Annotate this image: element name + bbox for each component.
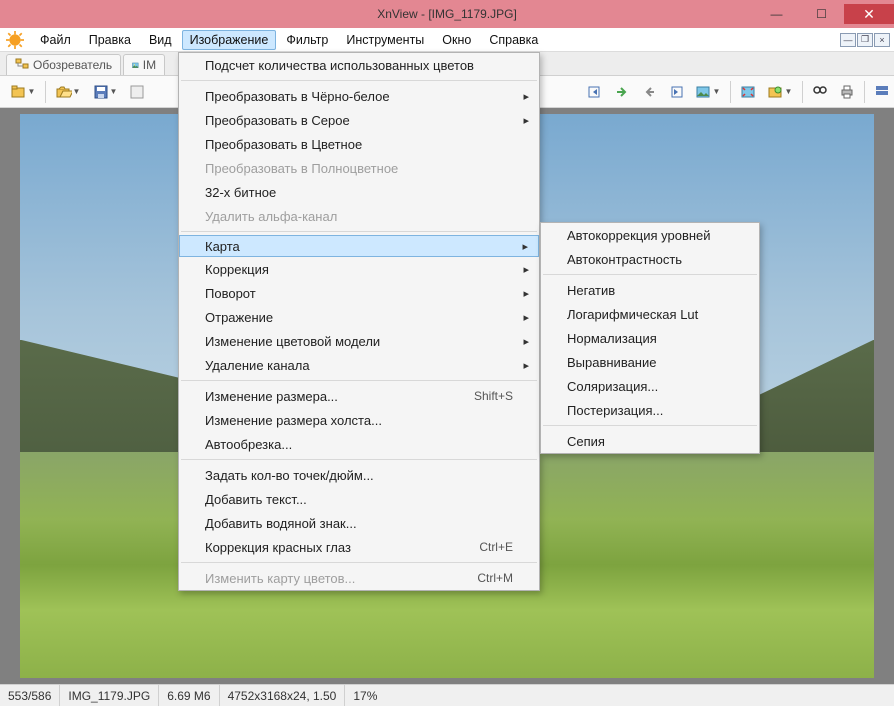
menubar: Файл Правка Вид Изображение Фильтр Инстр… (0, 28, 894, 52)
menu-image-dropdown: Подсчет количества использованных цветов… (178, 52, 540, 591)
mi-canvas[interactable]: Изменение размера холста... (179, 408, 539, 432)
mi-to-truecolor: Преобразовать в Полноцветное (179, 156, 539, 180)
toolbar-separator (730, 81, 731, 103)
mi-32bit[interactable]: 32-х битное (179, 180, 539, 204)
mi-to-bw[interactable]: Преобразовать в Чёрно-белое (179, 84, 539, 108)
mi-del-alpha: Удалить альфа-канал (179, 204, 539, 228)
tool-prev-file-icon[interactable] (583, 80, 607, 104)
status-filename: IMG_1179.JPG (60, 685, 159, 706)
menu-edit[interactable]: Правка (81, 30, 139, 50)
mi-resize[interactable]: Изменение размера...Shift+S (179, 384, 539, 408)
close-button[interactable]: ✕ (844, 4, 894, 24)
smi-equalize[interactable]: Выравнивание (541, 350, 759, 374)
menu-separator (543, 425, 757, 426)
tool-fit-icon[interactable] (736, 80, 760, 104)
window-title: XnView - [IMG_1179.JPG] (377, 7, 517, 21)
mi-rotate[interactable]: Поворот (179, 281, 539, 305)
menu-separator (181, 562, 537, 563)
mi-to-color[interactable]: Преобразовать в Цветное (179, 132, 539, 156)
menu-tools[interactable]: Инструменты (338, 30, 432, 50)
mi-autocrop[interactable]: Автообрезка... (179, 432, 539, 456)
tool-prev-arrow-icon[interactable] (637, 80, 661, 104)
mi-mirror[interactable]: Отражение (179, 305, 539, 329)
mi-del-channel[interactable]: Удаление канала (179, 353, 539, 377)
mi-correction[interactable]: Коррекция (179, 257, 539, 281)
smi-negative[interactable]: Негатив (541, 278, 759, 302)
tool-edit-icon[interactable] (125, 80, 149, 104)
menu-separator (181, 459, 537, 460)
menu-help[interactable]: Справка (481, 30, 546, 50)
tool-print-icon[interactable] (835, 80, 859, 104)
tool-save-button[interactable]: ▼ (88, 80, 122, 104)
mi-count-colors[interactable]: Подсчет количества использованных цветов (179, 53, 539, 77)
status-position: 553/586 (0, 685, 60, 706)
menu-separator (181, 380, 537, 381)
smi-normalize[interactable]: Нормализация (541, 326, 759, 350)
status-filesize: 6.69 M6 (159, 685, 219, 706)
mi-colormap: Изменить карту цветов...Ctrl+M (179, 566, 539, 590)
tab-browser-label: Обозреватель (33, 58, 112, 72)
status-dimensions: 4752x3168x24, 1.50 (220, 685, 346, 706)
tool-next-arrow-icon[interactable] (610, 80, 634, 104)
mdi-close-button[interactable]: × (874, 33, 890, 47)
tool-next-file-icon[interactable] (664, 80, 688, 104)
mi-to-gray[interactable]: Преобразовать в Серое (179, 108, 539, 132)
mdi-controls: — ❐ × (840, 33, 894, 47)
tab-browser[interactable]: Обозреватель (6, 54, 121, 75)
maximize-button[interactable]: ☐ (799, 4, 844, 24)
smi-posterize[interactable]: Постеризация... (541, 398, 759, 422)
mi-map[interactable]: Карта (179, 235, 539, 257)
tool-zoom-dropdown[interactable]: ▼ (763, 80, 797, 104)
minimize-button[interactable]: — (754, 4, 799, 24)
smi-sepia[interactable]: Сепия (541, 429, 759, 453)
mdi-minimize-button[interactable]: — (840, 33, 856, 47)
titlebar: XnView - [IMG_1179.JPG] — ☐ ✕ (0, 0, 894, 28)
menu-separator (181, 231, 537, 232)
toolbar-separator (864, 81, 865, 103)
tab-image-label: IM (143, 58, 156, 72)
smi-loglut[interactable]: Логарифмическая Lut (541, 302, 759, 326)
tool-open-button[interactable]: ▼ (51, 80, 85, 104)
menu-image[interactable]: Изображение (182, 30, 277, 50)
tool-image-dropdown[interactable]: ▼ (691, 80, 725, 104)
submenu-map: Автокоррекция уровней Автоконтрастность … (540, 222, 760, 454)
menu-separator (543, 274, 757, 275)
tool-search-icon[interactable] (808, 80, 832, 104)
menu-window[interactable]: Окно (434, 30, 479, 50)
tree-icon (15, 58, 29, 72)
picture-icon (132, 58, 139, 72)
smi-autocontrast[interactable]: Автоконтрастность (541, 247, 759, 271)
menu-separator (181, 80, 537, 81)
toolbar-separator (802, 81, 803, 103)
mi-redeye[interactable]: Коррекция красных глазCtrl+E (179, 535, 539, 559)
smi-solarize[interactable]: Соляризация... (541, 374, 759, 398)
statusbar: 553/586 IMG_1179.JPG 6.69 M6 4752x3168x2… (0, 684, 894, 706)
tab-image[interactable]: IM (123, 54, 165, 75)
mi-dpi[interactable]: Задать кол-во точек/дюйм... (179, 463, 539, 487)
menu-filter[interactable]: Фильтр (278, 30, 336, 50)
status-zoom: 17% (345, 685, 385, 706)
mi-watermark[interactable]: Добавить водяной знак... (179, 511, 539, 535)
menu-view[interactable]: Вид (141, 30, 180, 50)
mdi-restore-button[interactable]: ❐ (857, 33, 873, 47)
app-logo-icon (6, 31, 24, 49)
menu-file[interactable]: Файл (32, 30, 79, 50)
toolbar-separator (45, 81, 46, 103)
tool-options-icon[interactable] (870, 80, 894, 104)
window-controls: — ☐ ✕ (754, 4, 894, 24)
smi-autolevels[interactable]: Автокоррекция уровней (541, 223, 759, 247)
mi-color-model[interactable]: Изменение цветовой модели (179, 329, 539, 353)
mi-addtext[interactable]: Добавить текст... (179, 487, 539, 511)
tool-browse-button[interactable]: ▼ (6, 80, 40, 104)
